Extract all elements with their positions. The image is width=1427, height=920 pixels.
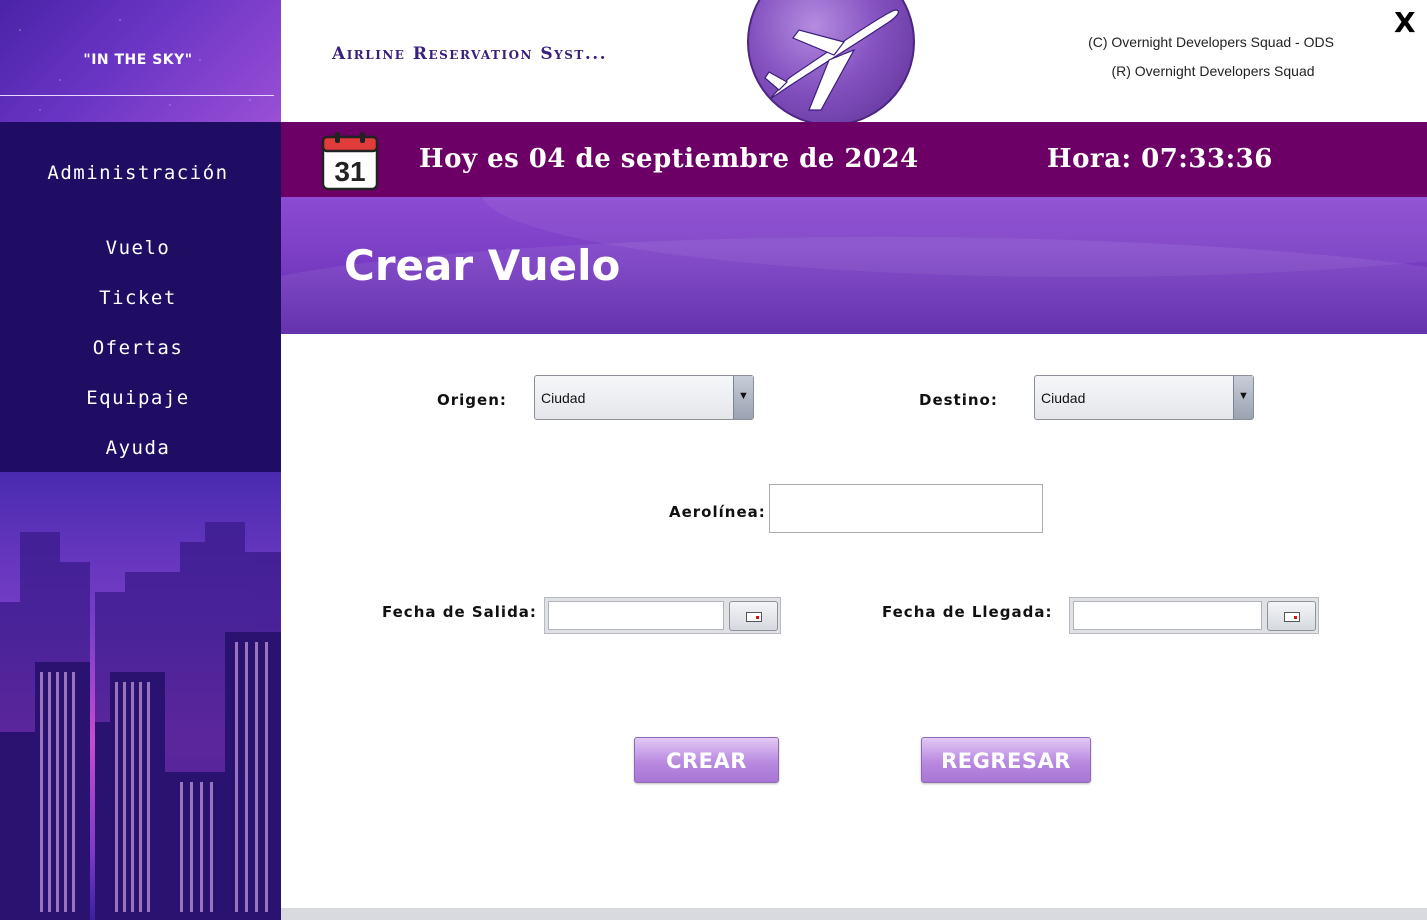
- dropdown-arrow-icon[interactable]: ▼: [733, 376, 753, 419]
- current-date: Hoy es 04 de septiembre de 2024: [419, 144, 919, 174]
- page-banner: Crear Vuelo: [281, 197, 1427, 334]
- sidebar-item-ticket[interactable]: Ticket: [0, 287, 276, 309]
- origin-label: Origen:: [437, 391, 507, 409]
- departure-date-button[interactable]: [729, 601, 778, 631]
- date-picker-icon: [1284, 612, 1300, 622]
- back-button[interactable]: REGRESAR: [921, 737, 1091, 783]
- origin-select-value: Ciudad: [541, 390, 586, 406]
- date-picker-icon: [746, 612, 762, 622]
- svg-text:31: 31: [334, 156, 365, 187]
- arrival-date-button[interactable]: [1267, 601, 1316, 631]
- close-button[interactable]: X: [1394, 6, 1416, 39]
- sidebar-item-vuelo[interactable]: Vuelo: [0, 237, 276, 259]
- app-title: Airline Reservation Syst...: [332, 44, 608, 64]
- brand-panel: "IN THE SKY": [0, 0, 281, 122]
- page-title: Crear Vuelo: [344, 241, 621, 290]
- header: Airline Reservation Syst... (C) Overnigh…: [281, 0, 1427, 126]
- airplane-logo-icon: [747, 0, 915, 126]
- create-button[interactable]: CREAR: [634, 737, 779, 783]
- date-bar: 31 Hoy es 04 de septiembre de 2024 Hora:…: [281, 122, 1427, 197]
- sidebar: "IN THE SKY" Administración Vuelo Ticket…: [0, 0, 281, 920]
- destination-select[interactable]: Ciudad ▼: [1034, 375, 1254, 420]
- brand-name: "IN THE SKY": [83, 52, 193, 68]
- brand-divider: [0, 95, 274, 96]
- current-time: Hora: 07:33:36: [1047, 144, 1273, 174]
- bottom-strip: [281, 908, 1427, 920]
- origin-select[interactable]: Ciudad ▼: [534, 375, 754, 420]
- departure-date-input[interactable]: [548, 601, 724, 630]
- city-skyline-image: [0, 472, 281, 920]
- copyright-line-2: (R) Overnight Developers Squad: [1111, 63, 1315, 79]
- dropdown-arrow-icon[interactable]: ▼: [1233, 376, 1253, 419]
- copyright-line-1: (C) Overnight Developers Squad - ODS: [1088, 34, 1334, 50]
- sidebar-item-ayuda[interactable]: Ayuda: [0, 437, 276, 459]
- sidebar-menu: Administración Vuelo Ticket Ofertas Equi…: [0, 122, 281, 472]
- arrival-date-picker: [1069, 597, 1319, 634]
- destination-label: Destino:: [919, 391, 998, 409]
- departure-date-label: Fecha de Salida:: [382, 603, 537, 621]
- departure-date-picker: [544, 597, 781, 634]
- sidebar-item-administracion[interactable]: Administración: [0, 162, 276, 184]
- airline-label: Aerolínea:: [669, 503, 766, 521]
- destination-select-value: Ciudad: [1041, 390, 1086, 406]
- sidebar-item-equipaje[interactable]: Equipaje: [0, 387, 276, 409]
- close-icon: X: [1394, 6, 1416, 39]
- airline-input[interactable]: [769, 484, 1043, 533]
- calendar-icon: 31: [321, 131, 379, 191]
- arrival-date-label: Fecha de Llegada:: [882, 603, 1053, 621]
- arrival-date-input[interactable]: [1073, 601, 1262, 630]
- sidebar-item-ofertas[interactable]: Ofertas: [0, 337, 276, 359]
- create-flight-form: Origen: Ciudad ▼ Destino: Ciudad ▼ Aerol…: [281, 334, 1427, 908]
